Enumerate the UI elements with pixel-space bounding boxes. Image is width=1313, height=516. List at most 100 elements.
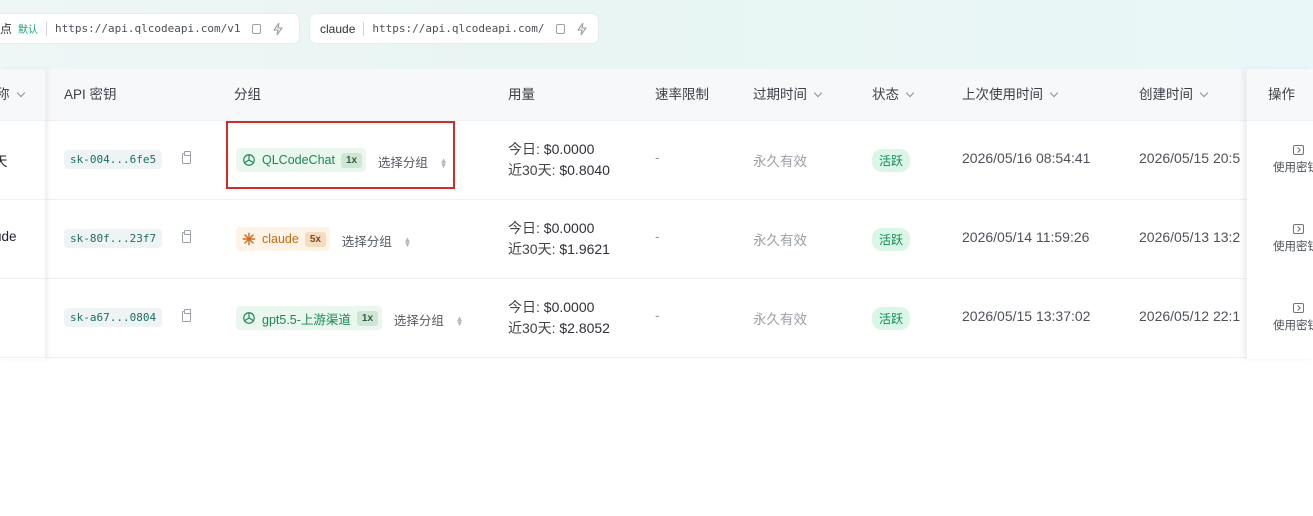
use-key-label: 使用密钥	[1273, 320, 1313, 332]
actions-column: 操作 使用密钥 使用密钥 使用密钥	[1246, 69, 1313, 359]
multiplier-badge: 1x	[356, 310, 379, 326]
group-name: claude	[262, 232, 299, 246]
select-group-dropdown[interactable]: 选择分组	[394, 314, 444, 328]
table-row: ude sk-80f...23f7 claude 5x 选择分组 ▲▼ 今日: …	[0, 200, 1313, 279]
col-group-header: 分组	[234, 87, 261, 102]
last-used-value: 2026/05/15 13:37:02	[962, 308, 1091, 324]
usage-cell: 今日: $0.0000 近30天: $2.8052	[508, 297, 610, 339]
month-label: 近30天:	[508, 241, 556, 257]
col-last-used-header[interactable]: 上次使用时间	[962, 69, 1059, 121]
endpoint-card-claude[interactable]: claude https://api.qlcodeapi.com/	[310, 14, 598, 43]
header-label: 过期时间	[753, 87, 807, 102]
endpoint-url: https://api.qlcodeapi.com/v1	[55, 22, 241, 35]
multiplier-badge: 5x	[304, 231, 326, 247]
sort-arrows-icon: ▲ ▼	[455, 314, 464, 329]
col-api-key-header: API 密钥	[64, 87, 117, 102]
api-key-cell: sk-004...6fe5	[64, 150, 191, 169]
api-key-value[interactable]: sk-80f...23f7	[64, 229, 163, 248]
last-used-value: 2026/05/16 08:54:41	[962, 150, 1091, 166]
terminal-icon	[1293, 303, 1304, 313]
highlight-box	[226, 121, 455, 189]
endpoint-card-default[interactable]: 点 默认 https://api.qlcodeapi.com/v1	[0, 14, 299, 43]
copy-icon[interactable]	[552, 21, 567, 35]
rate-limit-value: -	[655, 150, 660, 165]
col-rate-limit-header: 速率限制	[655, 87, 709, 102]
terminal-icon	[1293, 145, 1304, 155]
today-label: 今日:	[508, 220, 540, 236]
month-label: 近30天:	[508, 162, 556, 178]
status-badge: 活跃	[872, 307, 911, 330]
default-badge: 默认	[18, 25, 39, 36]
expire-value: 永久有效	[753, 233, 807, 248]
status-badge: 活跃	[872, 149, 911, 172]
terminal-icon	[1293, 224, 1304, 234]
usage-cell: 今日: $0.0000 近30天: $1.9621	[508, 218, 610, 260]
created-value: 2026/05/12 22:1	[1139, 308, 1241, 324]
rate-limit-value: -	[655, 229, 660, 244]
status-cell: 活跃	[872, 228, 911, 251]
status-cell: 活跃	[872, 307, 911, 330]
table-header: 称 API 密钥 分组 用量 速率限制 过期时间 状态 上次使用时间 创建时间 …	[0, 69, 1313, 121]
clipboard-icon[interactable]	[181, 230, 191, 243]
col-expire-header[interactable]: 过期时间	[753, 69, 823, 121]
header-label: 创建时间	[1139, 87, 1193, 102]
openai-icon	[243, 312, 255, 324]
status-badge: 活跃	[872, 228, 911, 251]
today-value: $0.0000	[543, 220, 595, 236]
endpoint-name: claude	[320, 21, 356, 36]
header-label: 状态	[872, 87, 899, 102]
table-row: sk-a67...0804 gpt5.5-上游渠道 1x 选择分组 ▲ ▼ 今日:…	[0, 279, 1313, 358]
clipboard-icon[interactable]	[181, 151, 191, 164]
usage-cell: 今日: $0.0000 近30天: $0.8040	[508, 139, 610, 181]
today-value: $0.0000	[543, 299, 595, 315]
table-row: 天 sk-004...6fe5 QLCodeChat 1x 选择分组 ▲ ▼ 今日…	[0, 121, 1313, 200]
col-actions-header-label: 操作	[1268, 87, 1295, 102]
sort-arrows-icon: ▲ ▼	[403, 235, 412, 250]
month-value: $0.8040	[559, 162, 610, 178]
api-key-cell: sk-a67...0804	[64, 308, 191, 327]
endpoint-url: https://api.qlcodeapi.com/	[372, 22, 545, 35]
group-cell: claude 5x 选择分组 ▲ ▼	[236, 227, 411, 251]
last-used-value: 2026/05/14 11:59:26	[962, 229, 1090, 245]
divider	[46, 21, 48, 36]
divider	[363, 21, 365, 36]
left-fixed-column-shadow	[0, 69, 46, 359]
header-label: 上次使用时间	[962, 87, 1043, 102]
month-value: $2.8052	[559, 320, 610, 336]
expire-value: 永久有效	[753, 154, 807, 169]
col-created-header[interactable]: 创建时间	[1139, 69, 1209, 121]
col-status-header[interactable]: 状态	[872, 69, 915, 121]
clipboard-icon[interactable]	[181, 309, 191, 322]
chevron-down-icon	[1199, 88, 1209, 98]
claude-icon	[242, 232, 256, 246]
api-key-cell: sk-80f...23f7	[64, 229, 191, 248]
api-key-value[interactable]: sk-a67...0804	[64, 308, 163, 327]
endpoint-name: 点	[0, 22, 13, 36]
group-name: gpt5.5-上游渠道	[262, 312, 351, 327]
today-value: $0.0000	[543, 141, 595, 157]
today-label: 今日:	[508, 141, 540, 157]
lightning-icon[interactable]	[576, 22, 588, 35]
group-tag[interactable]: gpt5.5-上游渠道 1x	[236, 306, 383, 330]
chevron-down-icon	[905, 88, 915, 98]
created-value: 2026/05/15 20:5	[1139, 150, 1241, 166]
month-label: 近30天:	[508, 320, 556, 336]
month-value: $1.9621	[559, 241, 610, 257]
use-key-button[interactable]: 使用密钥	[1273, 303, 1313, 334]
rate-limit-value: -	[655, 308, 660, 323]
select-group-dropdown[interactable]: 选择分组	[342, 235, 392, 249]
lightning-icon[interactable]	[272, 22, 284, 35]
expire-value: 永久有效	[753, 312, 807, 327]
chevron-down-icon	[813, 88, 823, 98]
copy-icon[interactable]	[248, 21, 262, 35]
chevron-down-icon	[1049, 88, 1059, 98]
use-key-button[interactable]: 使用密钥	[1273, 224, 1313, 255]
use-key-label: 使用密钥	[1273, 162, 1313, 174]
col-usage-header: 用量	[508, 87, 535, 102]
api-key-value[interactable]: sk-004...6fe5	[64, 150, 163, 169]
today-label: 今日:	[508, 299, 540, 315]
created-value: 2026/05/13 13:2	[1139, 229, 1241, 245]
group-tag[interactable]: claude 5x	[236, 227, 330, 251]
use-key-label: 使用密钥	[1273, 241, 1313, 253]
use-key-button[interactable]: 使用密钥	[1273, 145, 1313, 176]
